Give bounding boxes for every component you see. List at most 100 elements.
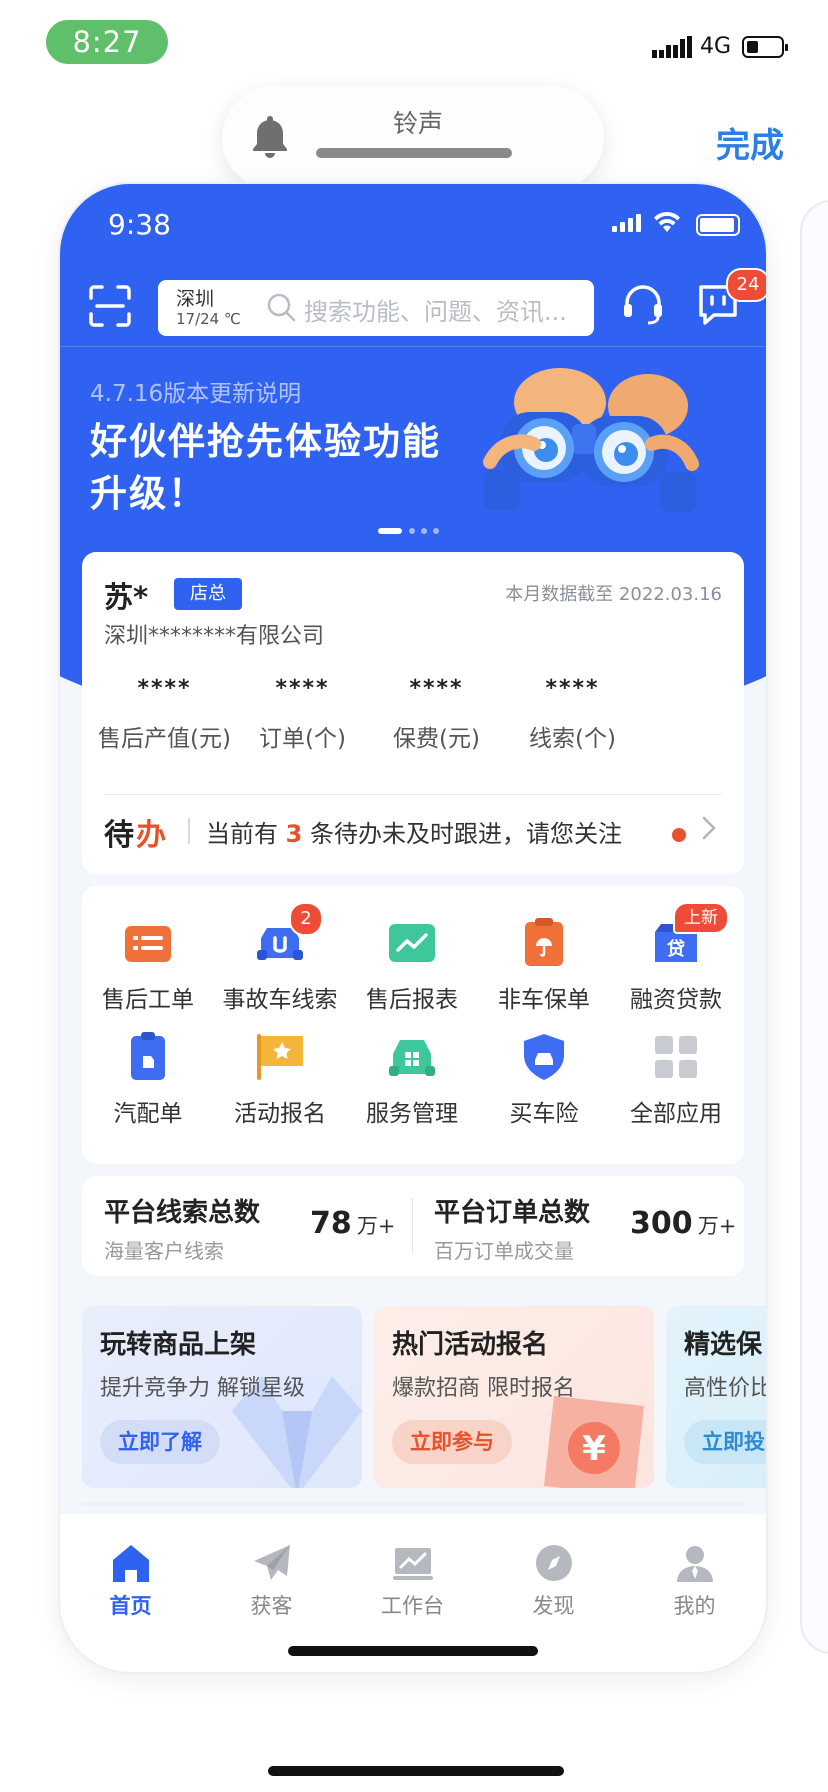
activity-flag-icon: [257, 1034, 303, 1080]
banner-title[interactable]: 好伙伴抢先体验功能升级！: [90, 416, 470, 520]
app-label: 售后工单: [102, 987, 194, 1013]
wifi-icon: [654, 211, 680, 232]
temperature-label: 17/24 ℃: [176, 310, 241, 328]
phone-signal-icon: [612, 214, 641, 232]
content-divider: [82, 1502, 744, 1506]
platform-orders[interactable]: 平台订单总数 百万订单成交量: [434, 1192, 590, 1264]
app-accident-car-leads[interactable]: 2 事故车线索: [214, 902, 346, 1014]
diamond-icon: [232, 1376, 362, 1488]
scan-icon[interactable]: [88, 284, 132, 328]
phone-status-time: 9:38: [108, 208, 171, 241]
svg-text:贷: 贷: [667, 938, 685, 960]
non-car-policy-icon: [525, 918, 563, 966]
platform-leads-title: 平台线索总数: [104, 1198, 261, 1228]
tab-discover[interactable]: 发现: [483, 1542, 624, 1620]
app-screenshot-card: 9:38 深圳 17/24 ℃ 搜索功能、问题、资讯... 24 4.7.16版: [60, 184, 766, 1672]
todo-count: 3: [285, 820, 303, 848]
todo-label: 待办: [104, 818, 168, 853]
car-insurance-icon: [524, 1034, 564, 1080]
platform-orders-value: 300 万+: [630, 1206, 737, 1241]
city-label[interactable]: 深圳: [176, 284, 214, 311]
tab-workbench[interactable]: 工作台: [342, 1542, 483, 1620]
platform-leads[interactable]: 平台线索总数 海量客户线索: [104, 1192, 260, 1264]
promo-invest-button[interactable]: 立即投: [684, 1420, 766, 1464]
all-apps-icon: [655, 1036, 697, 1078]
chevron-right-icon[interactable]: [700, 814, 718, 842]
tab-home[interactable]: 首页: [60, 1542, 201, 1620]
stat-value: ****: [545, 676, 600, 701]
customer-service-icon[interactable]: [620, 282, 666, 328]
app-after-sales-report[interactable]: 售后报表: [346, 916, 478, 1014]
banner-subtitle[interactable]: 4.7.16版本更新说明: [90, 374, 301, 408]
home-indicator[interactable]: [268, 1766, 564, 1776]
ringtone-volume-hud[interactable]: 铃声: [222, 86, 604, 190]
app-label: 事故车线索: [222, 987, 338, 1013]
workbench-icon: [392, 1548, 433, 1580]
header-divider: [60, 346, 766, 347]
promo-subtitle: 高性价比: [684, 1376, 766, 1401]
promo-subtitle: 爆款招商 限时报名: [392, 1376, 575, 1401]
service-manage-icon: [389, 1040, 435, 1076]
promo-learn-more-button[interactable]: 立即了解: [100, 1420, 220, 1464]
auto-parts-icon: [131, 1032, 165, 1080]
app-label: 全部应用: [630, 1101, 722, 1127]
app-after-sales-order[interactable]: 售后工单: [82, 916, 214, 1014]
search-bar[interactable]: 深圳 17/24 ℃ 搜索功能、问题、资讯...: [158, 280, 594, 336]
new-badge: 上新: [673, 902, 729, 934]
tab-label: 我的: [673, 1594, 716, 1618]
tab-label: 发现: [532, 1594, 575, 1618]
app-buy-car-insurance[interactable]: 买车险: [478, 1030, 610, 1128]
stat-label: 线索(个): [529, 726, 616, 752]
app-count-badge: 2: [289, 902, 323, 936]
todo-divider: [104, 794, 722, 795]
platform-orders-title: 平台订单总数: [434, 1198, 591, 1228]
tab-label: 首页: [109, 1594, 152, 1618]
app-all-apps[interactable]: 全部应用: [610, 1030, 742, 1128]
account-summary-card: 苏* 店总 本月数据截至 2022.03.16 深圳********有限公司 *…: [82, 552, 744, 874]
app-label: 服务管理: [366, 1101, 458, 1127]
tab-profile[interactable]: 我的: [624, 1542, 765, 1620]
phone-home-indicator: [288, 1646, 538, 1656]
battery-icon: [742, 36, 788, 58]
next-page-preview: [800, 200, 828, 1654]
data-date-label: 本月数据截至 2022.03.16: [505, 584, 722, 605]
work-order-icon: [125, 926, 171, 962]
promo-card-insurance[interactable]: 精选保 高性价比 立即投: [666, 1306, 766, 1488]
home-icon: [112, 1545, 149, 1582]
promo-card-product-listing[interactable]: 玩转商品上架 提升竞争力 解锁星级 立即了解: [82, 1306, 362, 1488]
app-activity-signup[interactable]: 活动报名: [214, 1030, 346, 1128]
platform-divider: [412, 1198, 413, 1254]
phone-battery-icon: [696, 214, 740, 236]
stat-leads[interactable]: **** 线索(个): [490, 676, 655, 753]
bell-icon: [253, 116, 287, 158]
app-service-management[interactable]: 服务管理: [346, 1030, 478, 1128]
app-financing-loan[interactable]: 贷 上新 融资贷款: [610, 902, 742, 1014]
app-label: 买车险: [509, 1101, 579, 1127]
todo-unread-dot: [672, 828, 686, 842]
done-button[interactable]: 完成: [716, 118, 784, 167]
user-name: 苏*: [104, 580, 149, 614]
app-label: 非车保单: [498, 987, 590, 1013]
compass-icon: [535, 1545, 572, 1581]
tab-label: 工作台: [381, 1594, 444, 1618]
platform-leads-subtitle: 海量客户线索: [104, 1239, 224, 1263]
promo-title: 热门活动报名: [392, 1330, 549, 1360]
company-name: 深圳********有限公司: [104, 624, 325, 649]
promo-title: 玩转商品上架: [100, 1330, 257, 1360]
profile-icon: [676, 1546, 713, 1582]
tab-customers[interactable]: 获客: [201, 1542, 342, 1620]
promo-title: 精选保: [684, 1330, 763, 1360]
ringtone-volume-bar[interactable]: [316, 148, 512, 158]
promo-card-hot-activity[interactable]: ¥ 热门活动报名 爆款招商 限时报名 立即参与: [374, 1306, 654, 1488]
todo-message[interactable]: 当前有 3 条待办未及时跟进，请您关注: [206, 814, 622, 849]
platform-leads-value: 78 万+: [310, 1206, 396, 1241]
app-non-car-policy[interactable]: 非车保单: [478, 916, 610, 1014]
outer-status-time: 8:27: [46, 20, 168, 64]
search-input[interactable]: 搜索功能、问题、资讯...: [304, 292, 567, 327]
app-label: 汽配单: [113, 1101, 183, 1127]
banner-pagination[interactable]: [378, 526, 448, 536]
promo-join-button[interactable]: 立即参与: [392, 1420, 512, 1464]
promo-subtitle: 提升竞争力 解锁星级: [100, 1376, 305, 1401]
app-auto-parts-order[interactable]: 汽配单: [82, 1030, 214, 1128]
report-chart-icon: [389, 924, 435, 962]
